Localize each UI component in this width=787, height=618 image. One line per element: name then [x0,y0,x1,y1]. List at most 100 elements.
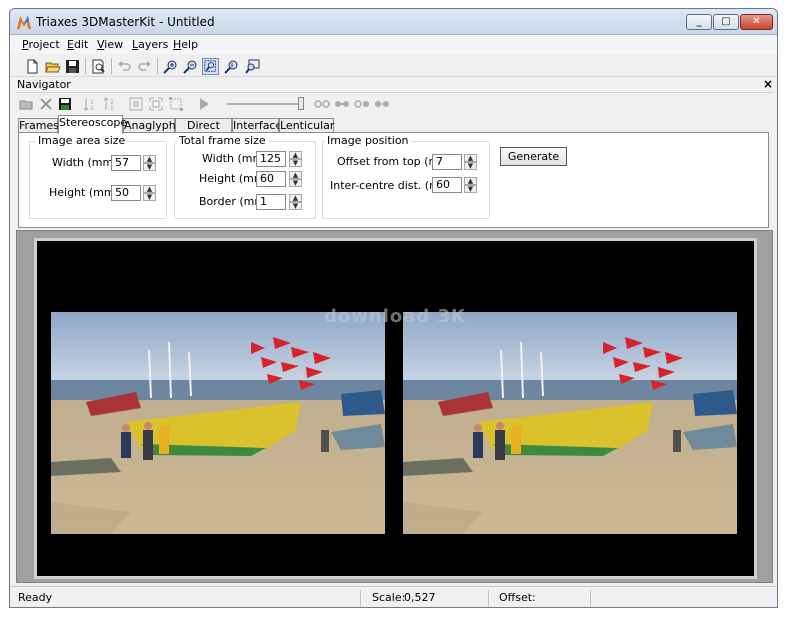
frame-height-input[interactable]: 60 [256,171,286,187]
menu-edit[interactable]: Edit [67,38,88,51]
zoom-in-icon[interactable] [162,58,179,75]
image-height-label: Height (mm) [49,186,119,199]
minimize-icon: _ [696,16,702,27]
delete-icon[interactable] [38,96,54,112]
spin-down-icon: ▼ [146,193,153,201]
tab-direct-view[interactable]: Direct view [175,118,232,145]
save-disk-icon[interactable] [64,58,81,75]
zoom-out-icon[interactable] [182,58,199,75]
inter-centre-input[interactable]: 60 [432,177,462,193]
watermark: download 3K [324,306,467,327]
toolbar-separator [111,58,112,74]
spin-down-icon: ▼ [467,162,474,170]
menu-project[interactable]: Project [22,38,60,51]
generate-button[interactable]: Generate [500,147,567,166]
undo-icon[interactable] [116,58,133,75]
beach-photo-right [403,312,737,534]
tab-stereoscope[interactable]: Stereoscope [58,115,127,134]
zoom-actual-icon[interactable] [223,58,240,75]
offset-from-top-input[interactable]: 7 [432,154,462,170]
image-position-group: Image position Offset from top (mm) 7 ▲ ▼… [322,134,490,219]
spin-down-icon: ▼ [292,202,299,210]
tab-frames[interactable]: Frames [18,118,59,133]
navigator-title: Navigator [17,78,71,91]
right-stereo-image [403,312,737,534]
status-bar: Ready Scale: 0,527 Offset: [10,586,777,607]
menu-view[interactable]: View [97,38,123,51]
maximize-button[interactable]: □ [713,14,739,30]
main-toolbar [10,55,777,77]
status-separator [488,590,489,606]
toolbar-separator [85,58,86,74]
navigator-close-button[interactable]: × [763,77,773,91]
status-state: Ready [18,591,53,604]
sort-descending-icon[interactable]: 21 [102,96,118,112]
inter-centre-spinner[interactable]: ▲ ▼ [464,177,477,193]
border-input[interactable]: 1 [256,194,286,210]
new-file-icon[interactable] [24,58,41,75]
image-width-spinner[interactable]: ▲ ▼ [143,155,156,171]
frame-height-spinner[interactable]: ▲ ▼ [289,171,302,187]
spin-down-icon: ▼ [292,159,299,167]
total-frame-size-title: Total frame size [177,134,268,147]
playback-slider-thumb[interactable] [298,97,304,110]
crop-icon[interactable] [128,96,144,112]
image-area-size-title: Image area size [36,134,128,147]
link-prev-icon[interactable] [333,96,351,112]
close-icon: ✕ [752,16,761,27]
left-stereo-image [51,312,385,534]
tab-lenticular[interactable]: Lenticular [279,118,334,133]
offset-label: Offset: [499,591,536,604]
play-icon[interactable] [196,96,212,112]
status-separator [590,590,591,606]
border-spinner[interactable]: ▲ ▼ [289,194,302,210]
close-window-button[interactable]: ✕ [740,14,773,30]
image-width-input[interactable]: 57 [111,155,141,171]
tab-anaglyph[interactable]: Anaglyph [123,118,176,133]
sort-ascending-icon[interactable]: 12 [82,96,98,112]
navigator-header: Navigator × [16,77,773,93]
spin-down-icon: ▼ [146,163,153,171]
print-preview-icon[interactable] [90,58,107,75]
zoom-fit-icon[interactable] [202,58,219,75]
save-disk-icon[interactable] [57,96,73,112]
image-position-title: Image position [325,134,411,147]
toolbar-separator [157,58,158,74]
frame-width-input[interactable]: 125 [256,151,286,167]
fit-frame-icon[interactable] [148,96,164,112]
title-bar: Triaxes 3DMasterKit - Untitled _ □ ✕ [10,9,777,35]
image-height-spinner[interactable]: ▲ ▼ [143,185,156,201]
spin-down-icon: ▼ [292,179,299,187]
redo-icon[interactable] [136,58,153,75]
tab-interface[interactable]: Interface [232,118,282,133]
menu-bar: Project Edit View Layers Help [10,36,777,54]
menu-layers[interactable]: Layers [132,38,168,51]
zoom-window-icon[interactable] [244,58,261,75]
expand-frame-icon[interactable] [168,96,184,112]
status-separator [360,590,361,606]
link-first-icon[interactable] [313,96,331,112]
svg-text:2: 2 [90,105,94,112]
app-logo-icon [17,16,31,29]
offset-from-top-spinner[interactable]: ▲ ▼ [464,154,477,170]
image-area-size-group: Image area size Width (mm) 57 ▲ ▼ Height … [29,134,167,219]
spin-down-icon: ▼ [467,185,474,193]
window-title: Triaxes 3DMasterKit - Untitled [36,15,215,29]
link-next-icon[interactable] [353,96,371,112]
minimize-button[interactable]: _ [686,14,712,30]
open-folder-icon[interactable] [19,96,35,112]
total-frame-size-group: Total frame size Width (mm) 125 ▲ ▼ Heigh… [174,134,316,219]
playback-slider-track[interactable] [227,103,303,105]
image-width-label: Width (mm) [52,156,118,169]
scale-label: Scale: [372,591,406,604]
svg-text:1: 1 [110,105,114,112]
preview-canvas[interactable]: download 3K [16,230,773,583]
menu-help[interactable]: Help [173,38,198,51]
scale-value: 0,527 [404,591,436,604]
link-last-icon[interactable] [373,96,391,112]
image-height-input[interactable]: 50 [111,185,141,201]
stereo-frame: download 3K [34,238,757,579]
open-folder-icon[interactable] [44,58,61,75]
navigator-toolbar: 12 21 [16,94,773,114]
frame-width-spinner[interactable]: ▲ ▼ [289,151,302,167]
